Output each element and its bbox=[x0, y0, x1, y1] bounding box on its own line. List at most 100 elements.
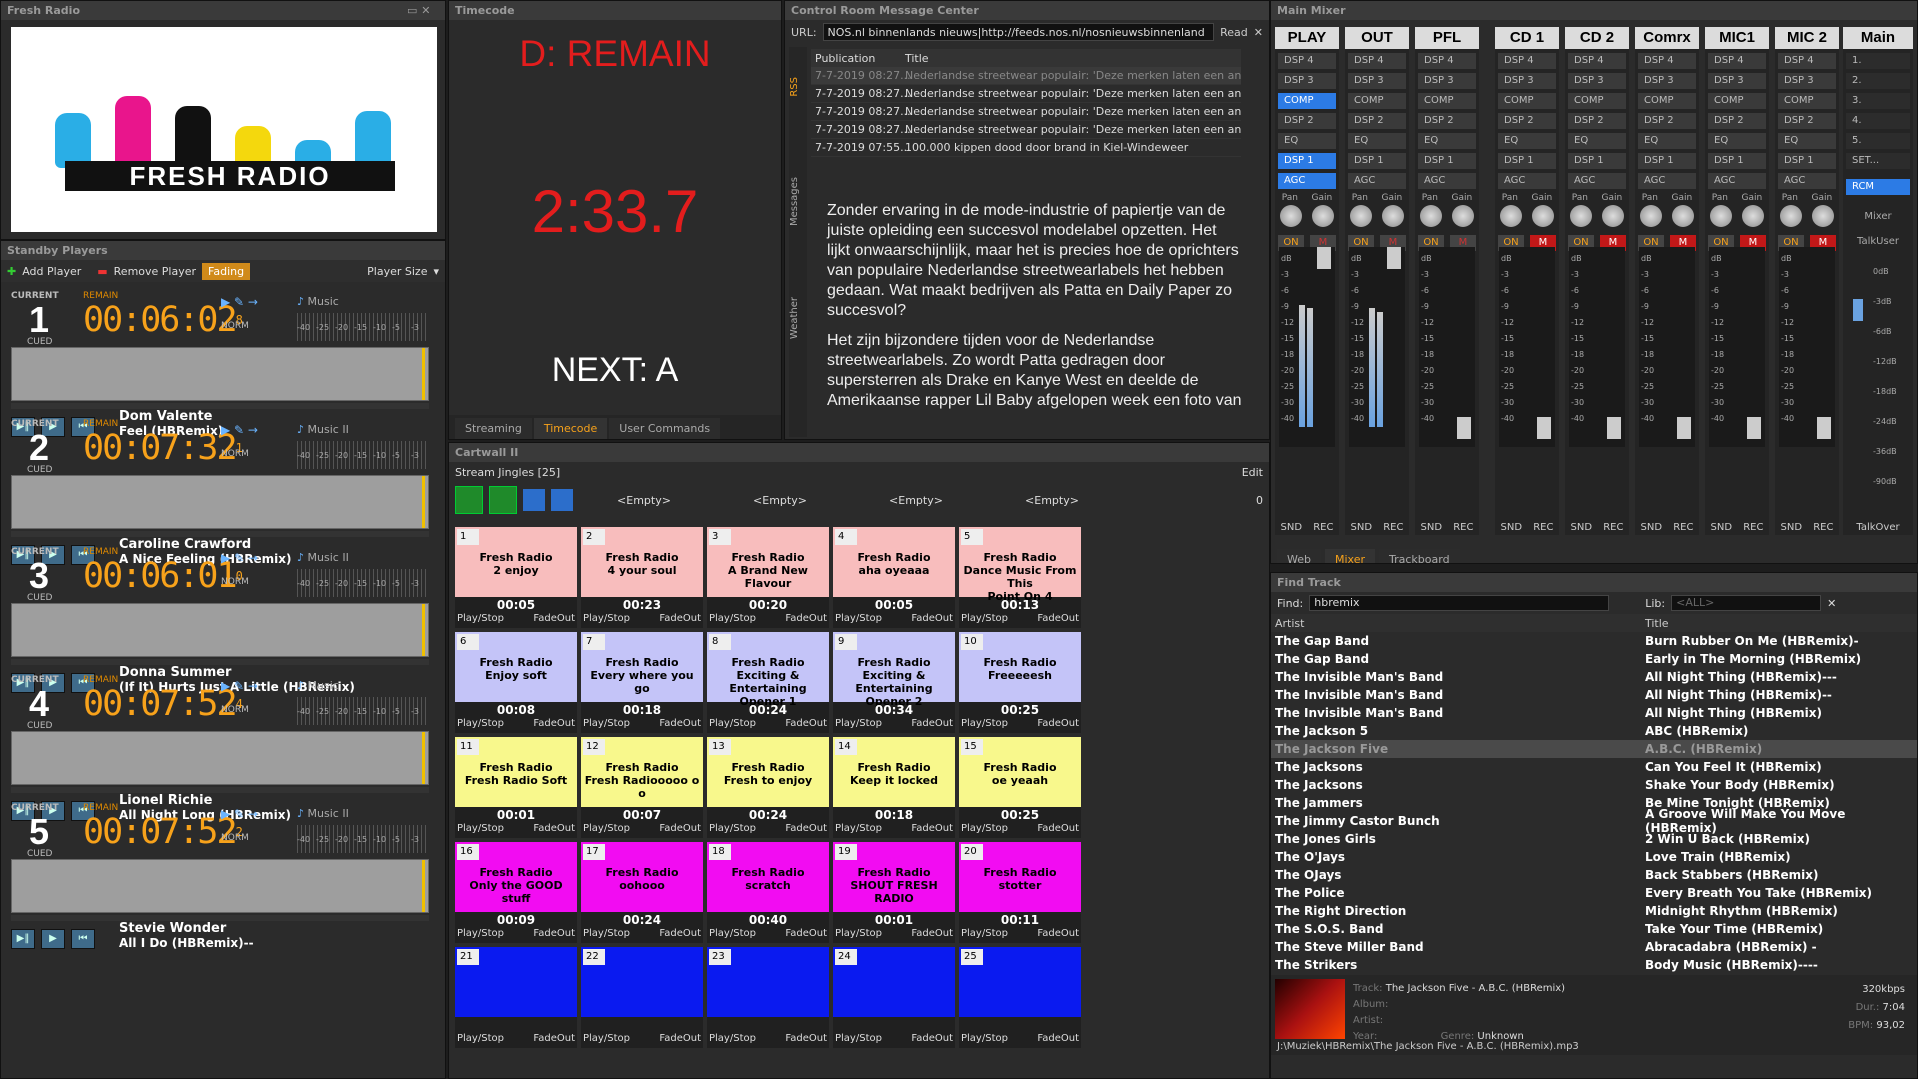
track-row[interactable]: The Jackson 5 ABC (HBRemix) bbox=[1271, 722, 1917, 740]
track-row[interactable]: The Gap Band Early in The Morning (HBRemi… bbox=[1271, 650, 1917, 668]
dsp-slot[interactable]: COMP bbox=[1498, 93, 1556, 109]
fadeout-button[interactable]: FadeOut bbox=[659, 1033, 701, 1044]
player-controls[interactable]: ▶ ✎ → bbox=[221, 807, 258, 821]
track-row[interactable]: The Strikers Body Music (HBRemix)---- bbox=[1271, 956, 1917, 974]
dsp-slot[interactable]: EQ bbox=[1638, 133, 1696, 149]
fader[interactable]: dB -3 -6 -9 -12 -15 -18 -20 -25 -30 -40 bbox=[1569, 247, 1625, 447]
pan-knob[interactable] bbox=[1640, 205, 1662, 227]
track-row[interactable]: The Invisible Man's Band All Night Thing … bbox=[1271, 686, 1917, 704]
cart-button[interactable]: 21 Play/Stop FadeOut bbox=[455, 947, 577, 1048]
play-stop-button[interactable]: Play/Stop bbox=[709, 823, 756, 834]
fadeout-button[interactable]: FadeOut bbox=[659, 718, 701, 729]
main-slot[interactable]: 1. bbox=[1846, 53, 1910, 69]
dsp-slot[interactable]: DSP 1 bbox=[1498, 153, 1556, 169]
dsp-slot[interactable]: DSP 1 bbox=[1708, 153, 1766, 169]
dsp-slot[interactable]: COMP bbox=[1778, 93, 1836, 109]
play-stop-button[interactable]: Play/Stop bbox=[961, 613, 1008, 624]
waveform[interactable] bbox=[11, 731, 429, 785]
play-stop-button[interactable]: Play/Stop bbox=[457, 928, 504, 939]
empty-slot[interactable]: <Empty> bbox=[715, 494, 845, 507]
cart-button[interactable]: Fresh Radio A Brand New Flavour 3 00:20 Play… bbox=[707, 527, 829, 628]
dsp-slot[interactable]: DSP 1 bbox=[1638, 153, 1696, 169]
rcm-button[interactable]: RCM bbox=[1846, 179, 1910, 195]
news-row[interactable]: 7-7-2019 08:27... Nederlandse streetwear … bbox=[811, 121, 1241, 139]
fader-cap[interactable] bbox=[1457, 417, 1471, 439]
dsp-slot[interactable]: DSP 3 bbox=[1778, 73, 1836, 89]
play-stop-button[interactable]: Play/Stop bbox=[583, 1033, 630, 1044]
panel-window-buttons[interactable]: ▭ ✕ bbox=[401, 1, 436, 20]
dsp-slot[interactable]: DSP 2 bbox=[1278, 113, 1336, 129]
music-type[interactable]: ♪ Music bbox=[297, 295, 339, 308]
news-row[interactable]: 7-7-2019 08:27... Nederlandse streetwear … bbox=[811, 103, 1241, 121]
player-size-dropdown[interactable]: Player Size bbox=[367, 265, 427, 278]
dsp-slot[interactable]: DSP 3 bbox=[1348, 73, 1406, 89]
cart-button[interactable]: Fresh Radio Dance Music From This Point On… bbox=[959, 527, 1081, 628]
cart-button[interactable]: Fresh Radio Freeeeesh 10 00:25 Play/Stop Fade… bbox=[959, 632, 1081, 733]
gain-knob[interactable] bbox=[1452, 205, 1474, 227]
dsp-slot[interactable]: DSP 2 bbox=[1638, 113, 1696, 129]
play-all-icon[interactable] bbox=[455, 486, 483, 514]
play-stop-button[interactable]: Play/Stop bbox=[709, 718, 756, 729]
player-controls[interactable]: ▶ ✎ → bbox=[221, 679, 258, 693]
fader[interactable]: dB -3 -6 -9 -12 -15 -18 -20 -25 -30 -40 bbox=[1349, 247, 1405, 447]
dsp-slot[interactable]: DSP 3 bbox=[1418, 73, 1476, 89]
fader-cap[interactable] bbox=[1607, 417, 1621, 439]
fadeout-button[interactable]: FadeOut bbox=[533, 1033, 575, 1044]
play-stop-button[interactable]: Play/Stop bbox=[583, 823, 630, 834]
play-stop-button[interactable]: Play/Stop bbox=[835, 718, 882, 729]
add-player-button[interactable]: Add Player bbox=[22, 265, 81, 278]
cart-button[interactable]: 25 Play/Stop FadeOut bbox=[959, 947, 1081, 1048]
col-publication[interactable]: Publication bbox=[811, 52, 905, 65]
fader-cap[interactable] bbox=[1747, 417, 1761, 439]
fading-button[interactable]: Fading bbox=[202, 262, 251, 280]
dsp-slot[interactable]: EQ bbox=[1418, 133, 1476, 149]
dsp-slot[interactable]: DSP 1 bbox=[1778, 153, 1836, 169]
fader-cap[interactable] bbox=[1817, 417, 1831, 439]
dsp-slot[interactable]: DSP 1 bbox=[1568, 153, 1626, 169]
fadeout-button[interactable]: FadeOut bbox=[1037, 928, 1079, 939]
fadeout-button[interactable]: FadeOut bbox=[785, 613, 827, 624]
dsp-slot[interactable]: DSP 4 bbox=[1418, 53, 1476, 69]
dsp-slot[interactable]: DSP 2 bbox=[1348, 113, 1406, 129]
pan-knob[interactable] bbox=[1780, 205, 1802, 227]
fader-cap[interactable] bbox=[1537, 417, 1551, 439]
track-row[interactable]: The Invisible Man's Band All Night Thing … bbox=[1271, 668, 1917, 686]
dsp-slot[interactable]: EQ bbox=[1348, 133, 1406, 149]
dsp-slot[interactable]: EQ bbox=[1568, 133, 1626, 149]
gain-knob[interactable] bbox=[1672, 205, 1694, 227]
tab-user-commands[interactable]: User Commands bbox=[609, 418, 721, 439]
rec-button[interactable]: REC bbox=[1743, 522, 1763, 533]
play-stop-button[interactable]: Play/Stop bbox=[583, 928, 630, 939]
fader[interactable]: dB -3 -6 -9 -12 -15 -18 -20 -25 -30 -40 bbox=[1779, 247, 1835, 447]
dsp-slot[interactable]: DSP 2 bbox=[1498, 113, 1556, 129]
player-controls[interactable]: ▶ ✎ → bbox=[221, 295, 258, 309]
cart-button[interactable]: Fresh Radio 4 your soul 2 00:23 Play/Stop Fad… bbox=[581, 527, 703, 628]
fadeout-button[interactable]: FadeOut bbox=[785, 928, 827, 939]
play-stop-button[interactable]: Play/Stop bbox=[835, 1033, 882, 1044]
cart-button[interactable]: Fresh Radio SHOUT FRESH RADIO 19 00:01 Play/… bbox=[833, 842, 955, 943]
dsp-slot[interactable]: DSP 4 bbox=[1498, 53, 1556, 69]
fader[interactable]: dB -3 -6 -9 -12 -15 -18 -20 -25 -30 -40 bbox=[1419, 247, 1475, 447]
dsp-slot[interactable]: AGC bbox=[1278, 173, 1336, 189]
fadeout-button[interactable]: FadeOut bbox=[785, 718, 827, 729]
news-row[interactable]: 7-7-2019 08:27... Nederlandse streetwear … bbox=[811, 67, 1241, 85]
fadeout-button[interactable]: FadeOut bbox=[1037, 1033, 1079, 1044]
fader-cap[interactable] bbox=[1317, 247, 1331, 269]
dsp-slot[interactable]: DSP 4 bbox=[1638, 53, 1696, 69]
cart-button[interactable]: Fresh Radio stotter 20 00:11 Play/Stop FadeOu… bbox=[959, 842, 1081, 943]
dsp-slot[interactable]: AGC bbox=[1568, 173, 1626, 189]
fader-cap[interactable] bbox=[1677, 417, 1691, 439]
dsp-slot[interactable]: AGC bbox=[1778, 173, 1836, 189]
edit-button[interactable]: Edit bbox=[1242, 466, 1263, 479]
cart-button[interactable]: Fresh Radio Keep it locked 14 00:18 Play/Sto… bbox=[833, 737, 955, 838]
waveform[interactable] bbox=[11, 859, 429, 913]
rec-button[interactable]: REC bbox=[1603, 522, 1623, 533]
fadeout-button[interactable]: FadeOut bbox=[785, 823, 827, 834]
cart-button[interactable]: Fresh Radio Only the GOOD stuff 16 00:09 Pla… bbox=[455, 842, 577, 943]
dsp-slot[interactable]: DSP 4 bbox=[1778, 53, 1836, 69]
track-row[interactable]: The O'Jays Love Train (HBRemix) bbox=[1271, 848, 1917, 866]
fader[interactable]: dB -3 -6 -9 -12 -15 -18 -20 -25 -30 -40 bbox=[1279, 247, 1335, 447]
main-fader-cap[interactable] bbox=[1853, 299, 1863, 321]
dsp-slot[interactable]: DSP 2 bbox=[1708, 113, 1766, 129]
dsp-slot[interactable]: AGC bbox=[1708, 173, 1766, 189]
